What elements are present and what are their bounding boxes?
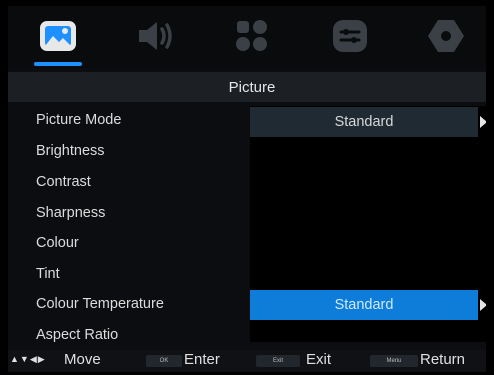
tv-osd-screen: Picture Picture Mode Brightness Contrast… xyxy=(8,6,486,372)
key-hints: ▲▼◀▶ Move OK Enter Exit Exit Menu Return xyxy=(8,350,486,372)
tab-sound[interactable] xyxy=(134,16,178,56)
speaker-icon xyxy=(139,22,172,50)
sliders-icon xyxy=(333,20,367,52)
tab-picture[interactable] xyxy=(36,16,80,56)
lock-icon xyxy=(428,20,464,52)
menu-item-brightness[interactable]: Brightness xyxy=(36,143,105,159)
menu-header: Picture xyxy=(8,72,486,102)
tab-bar xyxy=(8,6,486,68)
page-title: Picture xyxy=(228,78,276,96)
arrow-keys-icon: ▲▼◀▶ xyxy=(10,354,46,364)
menu-values: Standard Standard xyxy=(250,106,486,342)
menu-item-contrast[interactable]: Contrast xyxy=(36,174,91,190)
ok-key-badge: OK xyxy=(146,355,182,367)
menu-item-tint[interactable]: Tint xyxy=(36,266,60,282)
colour-temperature-value-text: Standard xyxy=(334,297,394,313)
menu-item-sharpness[interactable]: Sharpness xyxy=(36,205,105,221)
menu-item-picture-mode[interactable]: Picture Mode xyxy=(36,112,121,128)
picture-mode-value[interactable]: Standard xyxy=(250,107,478,137)
tab-channel[interactable] xyxy=(230,16,274,56)
return-hint: Return xyxy=(420,351,466,368)
active-tab-indicator xyxy=(34,62,82,66)
grid-icon xyxy=(236,20,267,51)
picture-mode-value-text: Standard xyxy=(334,114,394,130)
menu-item-aspect-ratio[interactable]: Aspect Ratio xyxy=(36,327,118,343)
picture-mode-arrow-icon[interactable] xyxy=(480,116,486,128)
menu-labels: Picture Mode Brightness Contrast Sharpne… xyxy=(8,106,250,343)
tab-lock[interactable] xyxy=(424,16,468,56)
move-hint: Move xyxy=(64,351,101,368)
colour-temperature-arrow-icon[interactable] xyxy=(480,299,486,311)
picture-icon xyxy=(40,21,76,51)
menu-key-badge: Menu xyxy=(370,355,418,367)
menu-item-colour-temperature[interactable]: Colour Temperature xyxy=(36,296,164,312)
exit-hint: Exit xyxy=(306,351,332,368)
tab-setup[interactable] xyxy=(328,16,372,56)
menu-item-colour[interactable]: Colour xyxy=(36,235,79,251)
exit-key-badge: Exit xyxy=(256,355,300,367)
colour-temperature-value[interactable]: Standard xyxy=(250,290,478,320)
enter-hint: Enter xyxy=(184,351,220,368)
